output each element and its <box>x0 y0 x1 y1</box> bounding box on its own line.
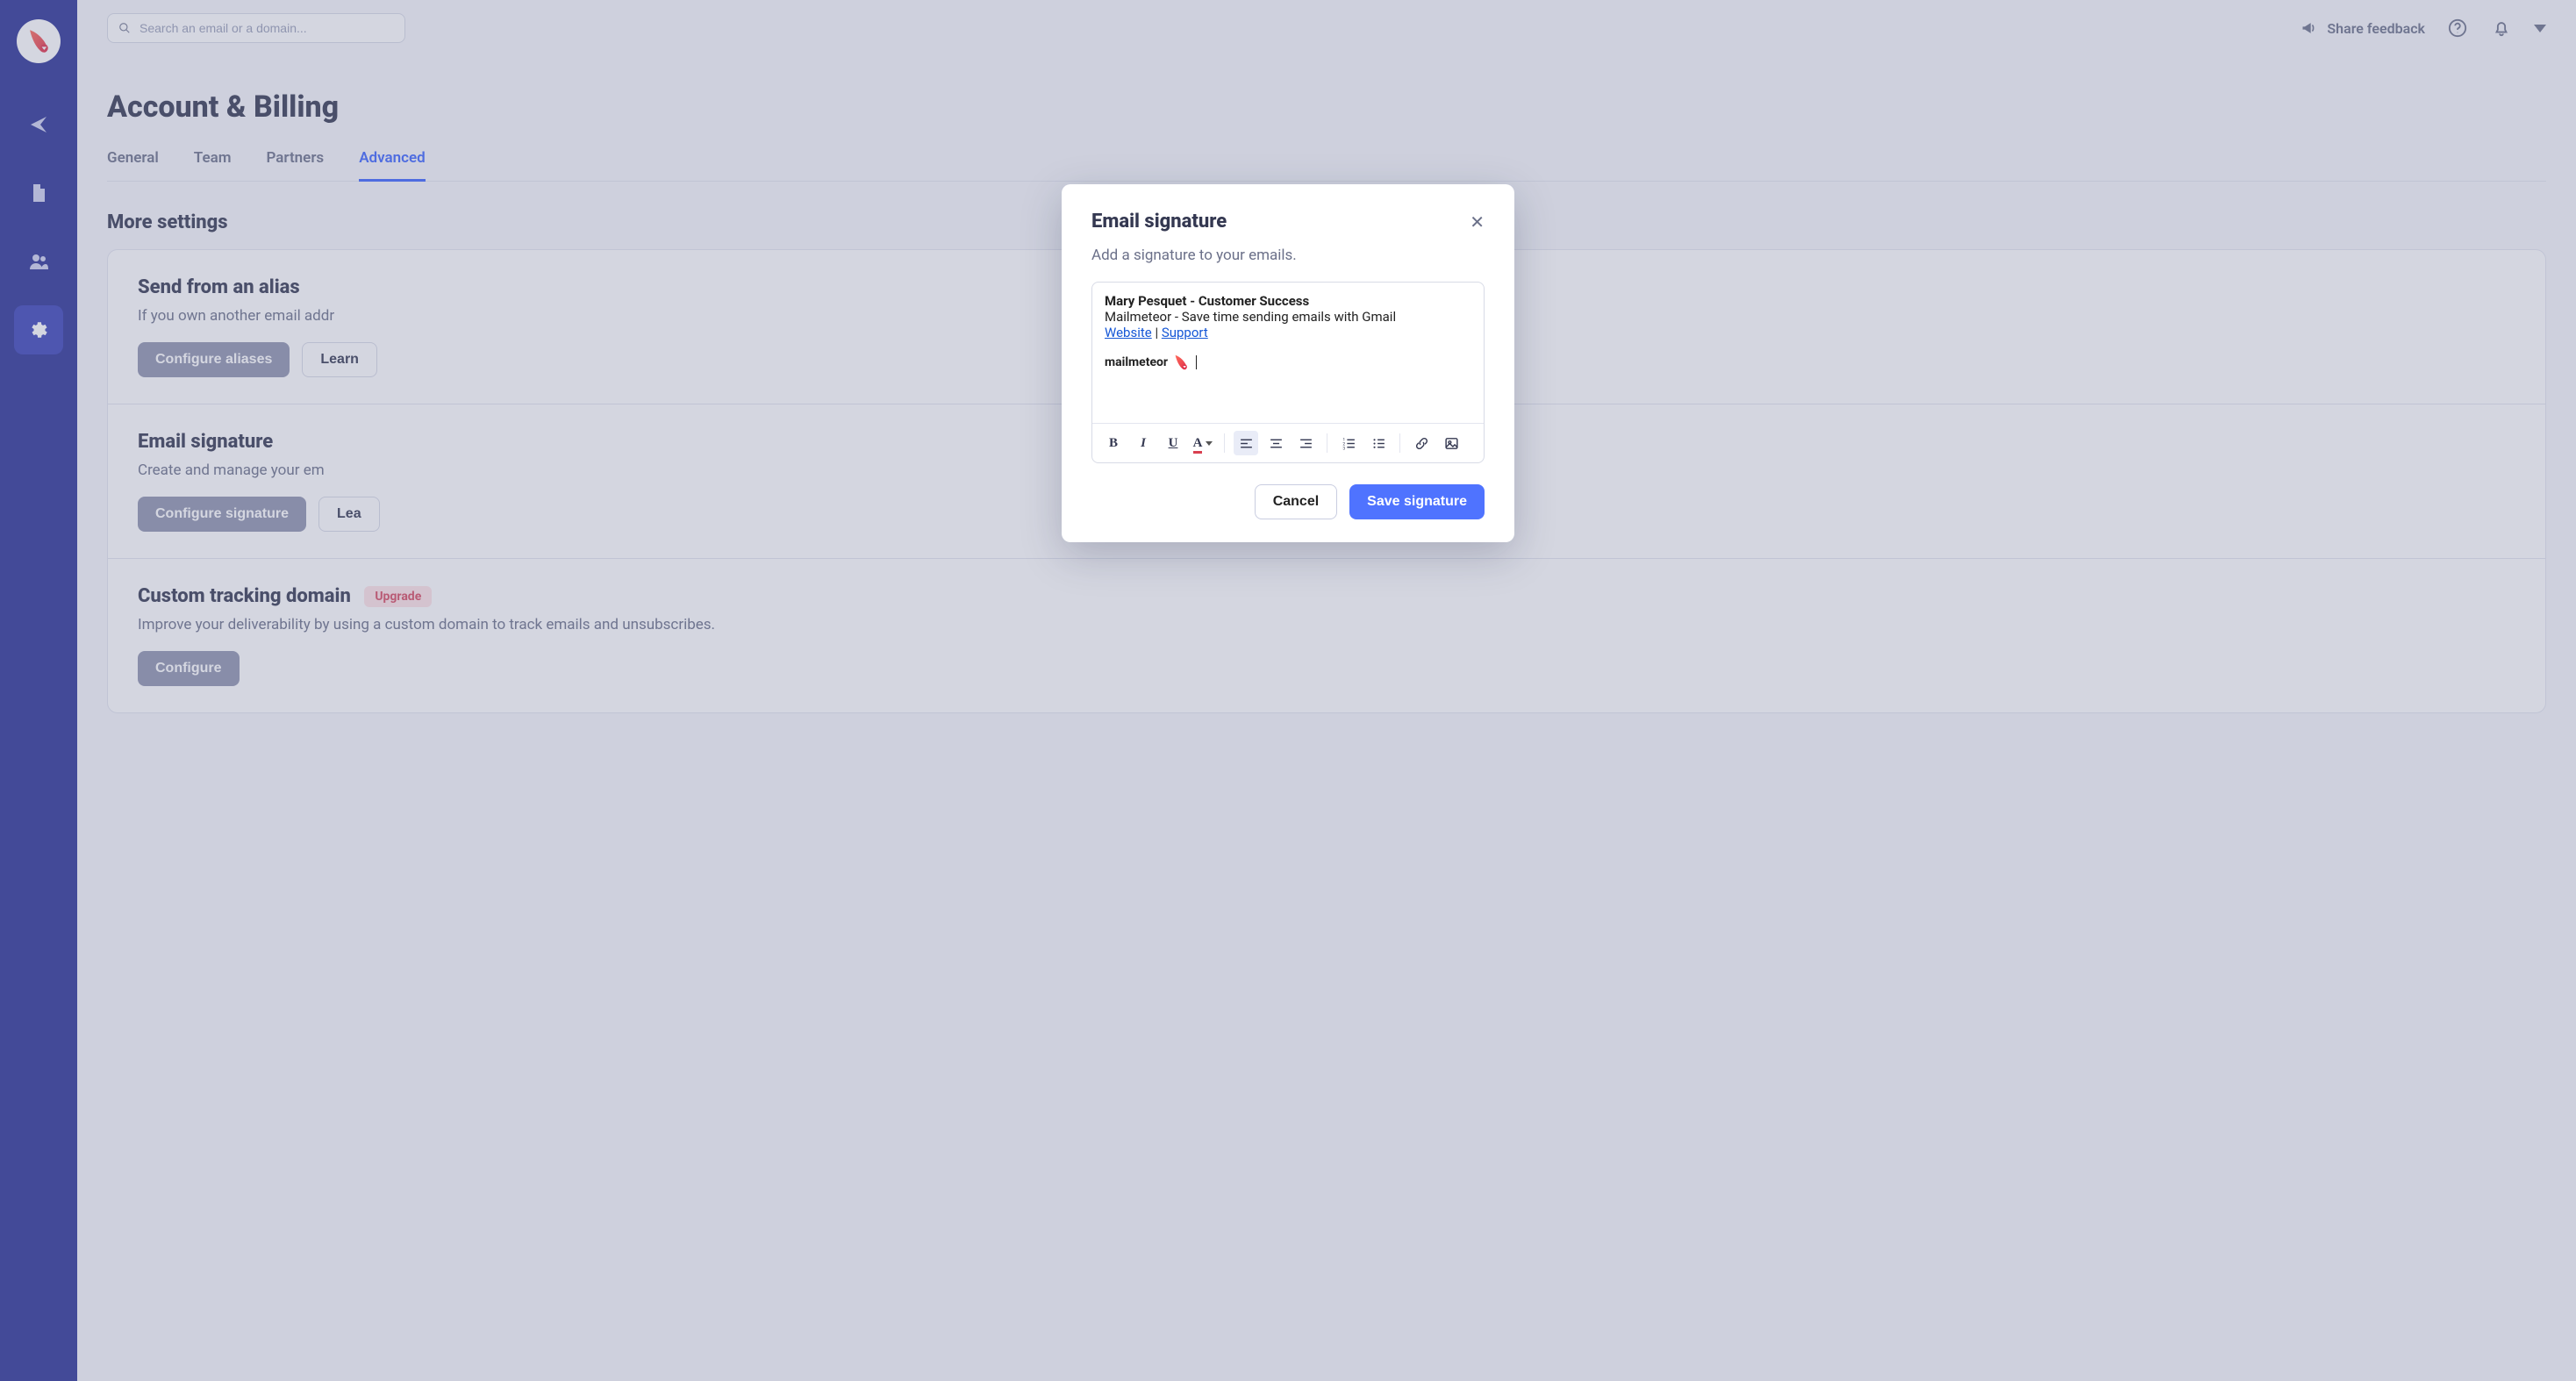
signature-editor-body[interactable]: Mary Pesquet - Customer Success Mailmete… <box>1092 283 1484 423</box>
signature-links: Website | Support <box>1105 325 1471 340</box>
unordered-list-button[interactable] <box>1366 431 1391 455</box>
bold-button[interactable]: B <box>1101 431 1126 455</box>
cancel-button[interactable]: Cancel <box>1255 484 1337 519</box>
chevron-down-icon <box>1206 441 1213 446</box>
signature-modal: Email signature ✕ Add a signature to you… <box>1062 184 1514 542</box>
modal-subtitle: Add a signature to your emails. <box>1091 247 1485 264</box>
signature-brand-text: mailmeteor <box>1105 355 1168 369</box>
image-button[interactable] <box>1439 431 1463 455</box>
modal-overlay[interactable]: Email signature ✕ Add a signature to you… <box>0 0 2576 1381</box>
signature-link-support[interactable]: Support <box>1162 325 1208 340</box>
link-button[interactable] <box>1409 431 1434 455</box>
signature-tagline: Mailmeteor - Save time sending emails wi… <box>1105 309 1471 325</box>
text-color-button[interactable]: A <box>1191 431 1215 455</box>
align-center-button[interactable] <box>1263 431 1288 455</box>
underline-button[interactable]: U <box>1161 431 1185 455</box>
text-cursor <box>1196 355 1197 369</box>
modal-title: Email signature <box>1091 211 1227 233</box>
signature-link-website[interactable]: Website <box>1105 325 1152 340</box>
close-icon[interactable]: ✕ <box>1470 213 1485 231</box>
signature-editor: Mary Pesquet - Customer Success Mailmete… <box>1091 282 1485 463</box>
toolbar-separator <box>1399 433 1400 453</box>
editor-toolbar: B I U A 123 <box>1092 423 1484 462</box>
signature-brand-row: mailmeteor <box>1105 353 1471 372</box>
modal-actions: Cancel Save signature <box>1091 484 1485 519</box>
ordered-list-button[interactable]: 123 <box>1336 431 1361 455</box>
signature-name: Mary Pesquet - Customer Success <box>1105 293 1471 309</box>
svg-text:3: 3 <box>1342 446 1345 450</box>
link-separator: | <box>1152 325 1162 340</box>
mailmeteor-logo-icon <box>1171 353 1191 372</box>
save-signature-button[interactable]: Save signature <box>1349 484 1485 519</box>
align-left-button[interactable] <box>1234 431 1258 455</box>
toolbar-separator <box>1224 433 1225 453</box>
italic-button[interactable]: I <box>1131 431 1156 455</box>
align-right-button[interactable] <box>1293 431 1318 455</box>
